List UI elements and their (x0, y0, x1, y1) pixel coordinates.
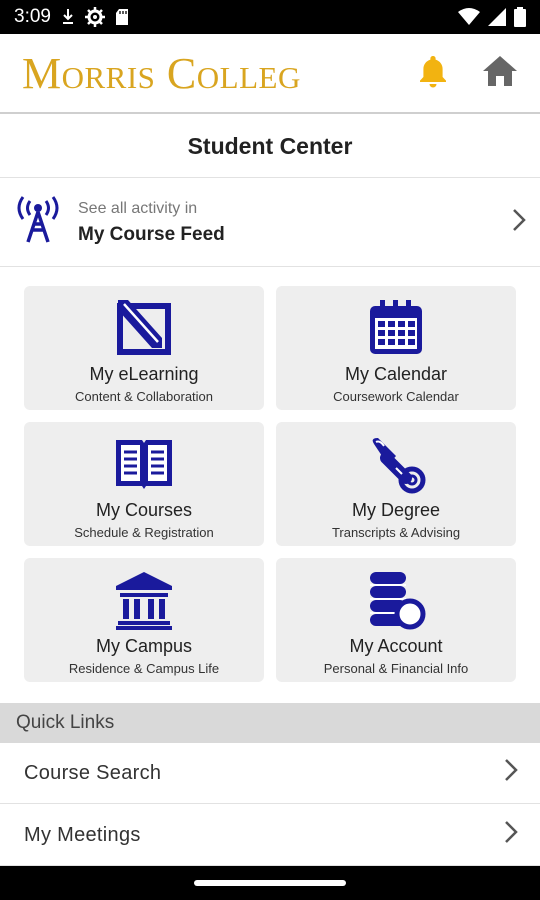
download-icon (61, 8, 75, 26)
college-logo: Morris Colleg (22, 48, 301, 98)
antenna-icon (14, 196, 62, 249)
tile-subtitle: Schedule & Registration (74, 525, 214, 540)
quick-links-title: Quick Links (16, 712, 115, 733)
tile-my-degree[interactable]: My Degree Transcripts & Advising (276, 422, 516, 546)
tile-my-courses[interactable]: My Courses Schedule & Registration (24, 422, 264, 546)
tile-subtitle: Coursework Calendar (333, 389, 459, 404)
quick-link-label: My Meetings (24, 823, 141, 846)
tile-title: My Degree (351, 500, 441, 520)
quick-links-header: Quick Links (0, 703, 540, 743)
chevron-right-icon (504, 820, 518, 850)
tile-subtitle: Personal & Financial Info (323, 661, 469, 676)
tile-my-calendar[interactable]: My Calendar Coursework Calendar (276, 286, 516, 410)
bell-icon[interactable] (418, 54, 448, 93)
tile-title: My eLearning (89, 364, 199, 384)
status-bar: 3:09 (0, 0, 540, 34)
pencil-paper-icon (114, 298, 174, 358)
page-title: Student Center (187, 133, 353, 159)
tile-title: My Account (349, 636, 443, 656)
page-title-bar: Student Center (0, 116, 540, 178)
diploma-icon (366, 434, 426, 494)
home-icon[interactable] (482, 55, 518, 92)
course-feed-row[interactable]: See all activity in My Course Feed (0, 179, 540, 267)
quick-link-label: Course Search (24, 761, 162, 784)
sd-card-icon (115, 8, 129, 26)
feed-title: My Course Feed (78, 223, 225, 245)
tile-my-account[interactable]: My Account Personal & Financial Info (276, 558, 516, 682)
tile-subtitle: Residence & Campus Life (68, 661, 220, 676)
building-icon (114, 570, 174, 630)
signal-icon (488, 8, 506, 26)
quick-link-course-search[interactable]: Course Search (0, 743, 540, 804)
battery-icon (514, 7, 526, 27)
tile-my-elearning[interactable]: My eLearning Content & Collaboration (24, 286, 264, 410)
tile-subtitle: Content & Collaboration (74, 389, 214, 404)
tile-subtitle: Transcripts & Advising (331, 525, 461, 540)
open-book-icon (114, 434, 174, 494)
calendar-icon (366, 298, 426, 358)
navigation-bar (0, 866, 540, 900)
tile-title: My Calendar (344, 364, 448, 384)
status-time: 3:09 (14, 6, 51, 27)
wifi-icon (458, 8, 480, 26)
feed-subtitle: See all activity in (78, 199, 198, 217)
app-header: Morris Colleg (0, 34, 540, 114)
tile-title: My Campus (95, 636, 193, 656)
tiles-grid: My eLearning Content & Collaboration My … (24, 286, 516, 682)
settings-icon (84, 7, 105, 27)
quick-link-my-meetings[interactable]: My Meetings (0, 805, 540, 866)
tile-my-campus[interactable]: My Campus Residence & Campus Life (24, 558, 264, 682)
chevron-right-icon (512, 208, 526, 237)
coins-icon (366, 570, 426, 630)
chevron-right-icon (504, 758, 518, 788)
tile-title: My Courses (95, 500, 193, 520)
home-gesture-handle[interactable] (194, 880, 346, 886)
